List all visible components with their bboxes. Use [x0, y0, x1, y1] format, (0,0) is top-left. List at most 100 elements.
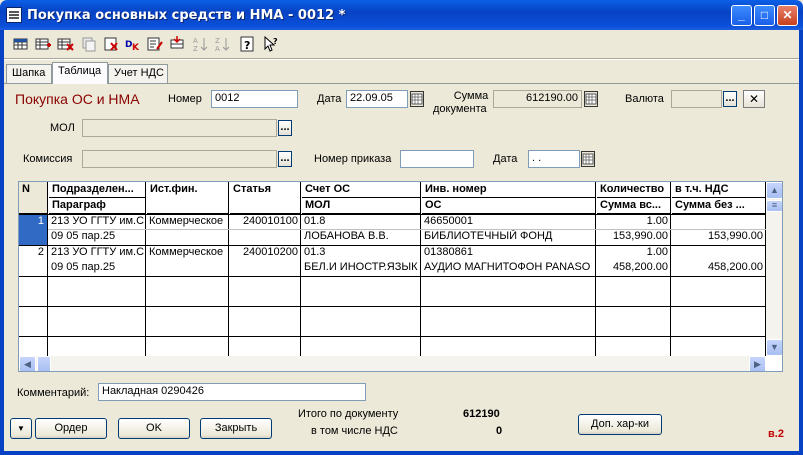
version-label: в.2 — [768, 428, 784, 440]
scroll-left-arrow-icon[interactable]: ◀ — [19, 356, 36, 371]
order-button[interactable]: Ордер — [35, 418, 107, 439]
order-button-label: Ордер — [54, 422, 88, 434]
context-help-icon[interactable]: ? — [262, 35, 280, 53]
minimize-button[interactable]: _ — [731, 5, 752, 26]
header-paragraph[interactable]: Параграф — [49, 198, 145, 214]
row-1-account[interactable]: 01.8 — [301, 215, 421, 230]
header-vat[interactable]: в т.ч. НДС — [672, 182, 765, 198]
header-mol[interactable]: МОЛ — [302, 198, 420, 214]
vat-total-value: 0 — [496, 425, 503, 437]
vertical-scrollbar[interactable]: ▲ ≡ ▼ — [766, 182, 782, 356]
svg-text:Z: Z — [215, 37, 220, 45]
row-2-vat[interactable] — [671, 246, 766, 261]
minimize-icon: _ — [738, 8, 745, 22]
delete-row-icon[interactable] — [56, 35, 74, 53]
commission-select-button[interactable]: ... — [278, 151, 292, 167]
row-2-dept[interactable]: 213 УО ГГТУ им.С — [48, 246, 146, 261]
sum-label-line1: Сумма — [453, 90, 489, 102]
delete-icon[interactable] — [102, 35, 120, 53]
calculator-icon[interactable] — [584, 91, 598, 107]
sort-asc-icon[interactable]: AZ — [192, 35, 210, 53]
tab-table[interactable]: Таблица — [52, 62, 108, 84]
header-asset[interactable]: ОС — [422, 198, 595, 214]
row-2-sum-total[interactable]: 458,200.00 — [596, 261, 671, 276]
add-row-icon[interactable] — [12, 35, 30, 53]
row-2-sum-without[interactable]: 458,200.00 — [671, 261, 766, 276]
hscroll-thumb[interactable] — [37, 356, 51, 371]
order-number-field[interactable] — [400, 150, 474, 168]
row-1-n: 1 — [37, 215, 44, 227]
header-account[interactable]: Счет ОС — [302, 182, 420, 198]
tab-vat[interactable]: Учет НДС — [108, 64, 168, 83]
maximize-button[interactable]: □ — [754, 5, 775, 26]
header-inv[interactable]: Инв. номер — [422, 182, 595, 198]
row-1-vat[interactable] — [671, 215, 766, 230]
sum-label: Сумма — [453, 90, 489, 102]
svg-text:?: ? — [273, 37, 278, 46]
row-1-source[interactable]: Коммерческое — [146, 215, 229, 230]
row-1-dept[interactable]: 213 УО ГГТУ им.С — [48, 215, 146, 230]
row-1-asset[interactable]: БИБЛИОТЕЧНЫЙ ФОНД — [421, 230, 596, 245]
svg-text:K: K — [132, 43, 140, 53]
header-n[interactable]: N — [19, 182, 47, 214]
add-row-copy-icon[interactable] — [34, 35, 52, 53]
row-1-paragraph[interactable]: 09 05 пар.25 — [48, 230, 146, 245]
sort-desc-icon[interactable]: ZA — [214, 35, 232, 53]
number-field[interactable]: 0012 — [211, 90, 298, 108]
svg-text:Z: Z — [193, 45, 198, 53]
comment-field[interactable]: Накладная 0290426 — [98, 383, 366, 401]
menu-dropdown-button[interactable]: ▼ — [10, 418, 32, 439]
header-article[interactable]: Статья — [230, 182, 300, 214]
row-2-paragraph[interactable]: 09 05 пар.25 — [48, 261, 146, 276]
mol-select-button[interactable]: ... — [278, 120, 292, 136]
order-calendar-icon[interactable] — [581, 151, 595, 167]
row-2-inv[interactable]: 01380861 — [421, 246, 596, 261]
row-2-article[interactable]: 240010200 — [229, 246, 301, 261]
header-sum-total[interactable]: Сумма вс... — [597, 198, 670, 214]
header-qty[interactable]: Количество — [597, 182, 670, 198]
extra-properties-button[interactable]: Доп. хар-ки — [578, 414, 662, 435]
row-1-sum-total[interactable]: 153,990.00 — [596, 230, 671, 245]
horizontal-scrollbar[interactable]: ◀ ▶ — [19, 356, 766, 371]
row-1-article[interactable]: 240010100 — [229, 215, 301, 230]
header-dept[interactable]: Подразделен... — [49, 182, 145, 198]
currency-select-button[interactable]: ... — [723, 91, 737, 107]
edit-icon[interactable] — [146, 35, 164, 53]
row-2-mol[interactable]: БЕЛ.И ИНОСТР.ЯЗЫК — [301, 261, 421, 276]
currency-clear-button[interactable]: ✕ — [743, 90, 765, 108]
currency-label: Валюта — [625, 93, 664, 105]
items-table[interactable]: N Подразделен... Ист.фин. Статья Счет ОС… — [18, 181, 783, 372]
ok-button[interactable]: OK — [118, 418, 190, 439]
currency-field[interactable] — [671, 90, 722, 108]
scroll-up-arrow-icon[interactable]: ▲ — [766, 182, 782, 199]
scroll-thumb[interactable]: ≡ — [766, 200, 782, 212]
calendar-icon[interactable] — [410, 91, 424, 107]
tab-header[interactable]: Шапка — [6, 64, 52, 83]
tab-table-label: Таблица — [58, 65, 102, 77]
mol-field[interactable] — [82, 119, 277, 137]
row-2-qty[interactable]: 1.00 — [596, 246, 671, 261]
window-frame-left — [0, 30, 4, 455]
row-1-sum-without[interactable]: 153,990.00 — [671, 230, 766, 245]
commission-field[interactable] — [82, 150, 277, 168]
row-2-asset[interactable]: АУДИО МАГНИТОФОН PANASO — [421, 261, 596, 276]
date-field[interactable]: 22.09.05 — [346, 90, 408, 108]
help-icon[interactable]: ? — [238, 35, 256, 53]
scroll-down-arrow-icon[interactable]: ▼ — [766, 339, 782, 356]
row-2-account[interactable]: 01.3 — [301, 246, 421, 261]
dk-icon[interactable]: DK — [124, 35, 142, 53]
insert-icon[interactable] — [168, 35, 186, 53]
close-button[interactable]: ✕ — [777, 5, 798, 26]
row-1-mol[interactable]: ЛОБАНОВА В.В. — [301, 230, 421, 245]
copy-icon[interactable] — [80, 35, 98, 53]
header-source[interactable]: Ист.фин. — [147, 182, 228, 214]
row-1-inv[interactable]: 46650001 — [421, 215, 596, 230]
close-form-button[interactable]: Закрыть — [200, 418, 272, 439]
row-1-qty[interactable]: 1.00 — [596, 215, 671, 230]
row-2-source[interactable]: Коммерческое — [146, 246, 229, 261]
order-date-field[interactable]: . . — [528, 150, 580, 168]
scroll-right-arrow-icon[interactable]: ▶ — [749, 356, 766, 371]
total-label: Итого по документу — [298, 408, 399, 420]
close-button-label: Закрыть — [214, 422, 258, 434]
header-sum-without[interactable]: Сумма без ... — [672, 198, 765, 214]
